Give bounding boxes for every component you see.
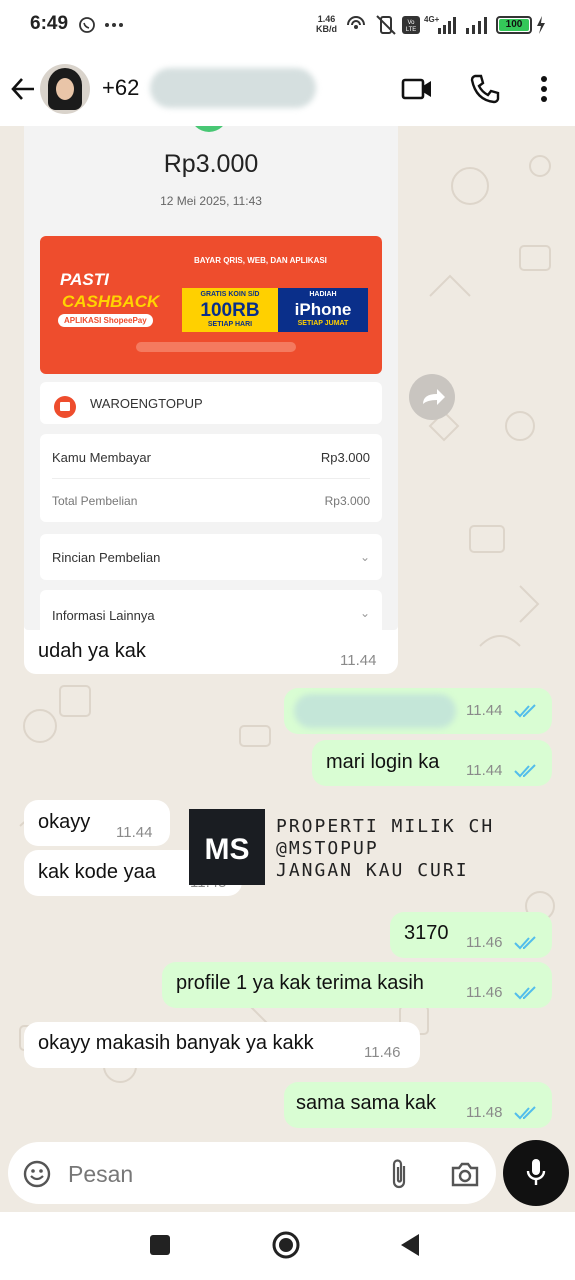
read-ticks-icon bbox=[514, 1106, 536, 1120]
paid-label: Kamu Membayar bbox=[52, 450, 151, 465]
signal-icon bbox=[466, 17, 487, 34]
phone-icon[interactable] bbox=[468, 72, 502, 106]
chevron-down-icon: ⌄ bbox=[359, 606, 370, 620]
detail-label: Rincian Pembelian bbox=[52, 550, 161, 565]
outgoing-message-redacted[interactable]: 11.44 bbox=[284, 688, 552, 734]
svg-text:4G+: 4G+ bbox=[424, 15, 440, 24]
banner-pasti: PASTI bbox=[60, 270, 109, 289]
vibrate-off-icon bbox=[376, 15, 396, 35]
watermark-logo-text: MS bbox=[205, 833, 250, 866]
svg-text:Vo: Vo bbox=[407, 20, 415, 26]
success-check-icon bbox=[190, 126, 228, 132]
message-time: 11.44 bbox=[116, 824, 153, 841]
nav-home-icon[interactable] bbox=[271, 1230, 301, 1260]
promo-banner: PASTI CASHBACK APLIKASI ShopeePay BAYAR … bbox=[40, 236, 382, 374]
system-nav-bar bbox=[0, 1212, 575, 1280]
contact-name[interactable]: +62 bbox=[102, 75, 139, 101]
message-text: okayy makasih banyak ya kakk bbox=[38, 1032, 314, 1054]
video-call-icon[interactable] bbox=[400, 72, 434, 106]
other-info-row: Informasi Lainnya ⌄ bbox=[40, 590, 382, 630]
message-time: 11.46 bbox=[364, 1044, 401, 1061]
emoji-icon[interactable] bbox=[22, 1159, 52, 1189]
incoming-message[interactable]: okayy makasih banyak ya kakk 11.46 bbox=[24, 1022, 420, 1068]
banner-iphone-box: HADIAH iPhone SETIAP JUMAT bbox=[278, 288, 368, 332]
more-vert-icon[interactable] bbox=[527, 72, 561, 106]
signal-4g-icon: 4G+ bbox=[424, 15, 456, 34]
outgoing-message[interactable]: 3170 11.46 bbox=[390, 912, 552, 958]
read-ticks-icon bbox=[514, 764, 536, 778]
message-time: 11.46 bbox=[466, 934, 503, 951]
banner-coin-box: GRATIS KOIN S/D 100RB SETIAP HARI bbox=[182, 288, 278, 332]
outgoing-message[interactable]: sama sama kak 11.48 bbox=[284, 1082, 552, 1128]
payment-summary-card: Kamu Membayar Rp3.000 Total Pembelian Rp… bbox=[40, 434, 382, 522]
message-text: okayy bbox=[38, 811, 91, 833]
battery-icon: 100 bbox=[496, 16, 532, 34]
battery-level: 100 bbox=[499, 19, 529, 31]
status-time: 6:49 bbox=[30, 13, 69, 34]
total-label: Total Pembelian bbox=[52, 494, 138, 508]
charging-icon bbox=[537, 16, 545, 34]
message-text: udah ya kak bbox=[38, 640, 146, 662]
hotspot-icon bbox=[347, 16, 365, 29]
svg-text:LTE: LTE bbox=[406, 27, 417, 33]
avatar[interactable] bbox=[40, 64, 90, 114]
message-text: kak kode yaa bbox=[38, 861, 156, 883]
status-bar: 6:49 1.46 KB/d Vo LTE 4G+ 100 bbox=[0, 0, 575, 52]
message-time: 11.44 bbox=[466, 702, 503, 719]
message-input-bar[interactable]: Pesan bbox=[8, 1142, 496, 1204]
nav-recents-icon[interactable] bbox=[150, 1235, 170, 1255]
attach-icon[interactable] bbox=[388, 1158, 412, 1190]
divider bbox=[52, 478, 370, 479]
total-value: Rp3.000 bbox=[324, 494, 370, 508]
message-text: mari login ka bbox=[326, 751, 440, 773]
watermark-logo: MS bbox=[189, 809, 265, 885]
message-input[interactable]: Pesan bbox=[68, 1161, 133, 1188]
banner-fine-print bbox=[136, 342, 296, 352]
store-card: WAROENGTOPUP bbox=[40, 382, 382, 424]
banner-app-label: APLIKASI ShopeePay bbox=[58, 314, 153, 327]
outgoing-message[interactable]: profile 1 ya kak terima kasih 11.46 bbox=[162, 962, 552, 1008]
redacted-contact-number bbox=[150, 68, 316, 108]
payment-receipt-screenshot[interactable]: Rp3.000 12 Mei 2025, 11:43 PASTI CASHBAC… bbox=[24, 126, 398, 630]
camera-icon[interactable] bbox=[449, 1159, 481, 1189]
paid-value: Rp3.000 bbox=[320, 450, 370, 465]
chevron-down-icon: ⌄ bbox=[359, 550, 370, 564]
forward-button[interactable] bbox=[409, 374, 455, 420]
read-ticks-icon bbox=[514, 986, 536, 1000]
net-speed: 1.46 KB/d bbox=[316, 14, 337, 34]
incoming-message[interactable]: okayy 11.44 bbox=[24, 800, 170, 846]
store-name: WAROENGTOPUP bbox=[90, 396, 203, 411]
read-ticks-icon bbox=[514, 936, 536, 950]
message-time: 11.48 bbox=[466, 1104, 503, 1121]
back-arrow-icon[interactable] bbox=[10, 76, 36, 102]
chat-area[interactable]: Rp3.000 12 Mei 2025, 11:43 PASTI CASHBAC… bbox=[0, 126, 575, 1138]
watermark-line: PROPERTI MILIK CH bbox=[276, 816, 495, 837]
watermark-line: JANGAN KAU CURI bbox=[276, 860, 469, 881]
purchase-detail-row: Rincian Pembelian ⌄ bbox=[40, 534, 382, 580]
voice-message-button[interactable] bbox=[503, 1140, 569, 1206]
receipt-amount: Rp3.000 bbox=[163, 150, 259, 178]
store-icon bbox=[54, 396, 76, 418]
banner-bayar: BAYAR QRIS, WEB, DAN APLIKASI bbox=[194, 256, 327, 265]
message-time: 11.46 bbox=[466, 984, 503, 1001]
message-text: sama sama kak bbox=[296, 1092, 437, 1114]
volte-icon: Vo LTE bbox=[402, 16, 420, 34]
read-ticks-icon bbox=[514, 704, 536, 718]
banner-cashback: CASHBACK bbox=[62, 292, 160, 311]
forward-icon bbox=[423, 389, 445, 405]
mic-icon bbox=[526, 1159, 546, 1185]
more-notifications-icon bbox=[105, 23, 123, 27]
watermark-line: @MSTOPUP bbox=[276, 838, 379, 859]
receipt-datetime: 12 Mei 2025, 11:43 bbox=[160, 194, 262, 208]
message-time: 11.44 bbox=[340, 652, 377, 669]
info-label: Informasi Lainnya bbox=[52, 608, 155, 623]
message-text: profile 1 ya kak terima kasih bbox=[176, 972, 424, 994]
chat-header: +62 bbox=[0, 52, 575, 126]
nav-back-icon[interactable] bbox=[398, 1232, 422, 1258]
message-time: 11.44 bbox=[466, 762, 503, 779]
whatsapp-notification-icon bbox=[79, 17, 95, 33]
outgoing-message[interactable]: mari login ka 11.44 bbox=[312, 740, 552, 786]
message-text: 3170 bbox=[404, 922, 449, 944]
